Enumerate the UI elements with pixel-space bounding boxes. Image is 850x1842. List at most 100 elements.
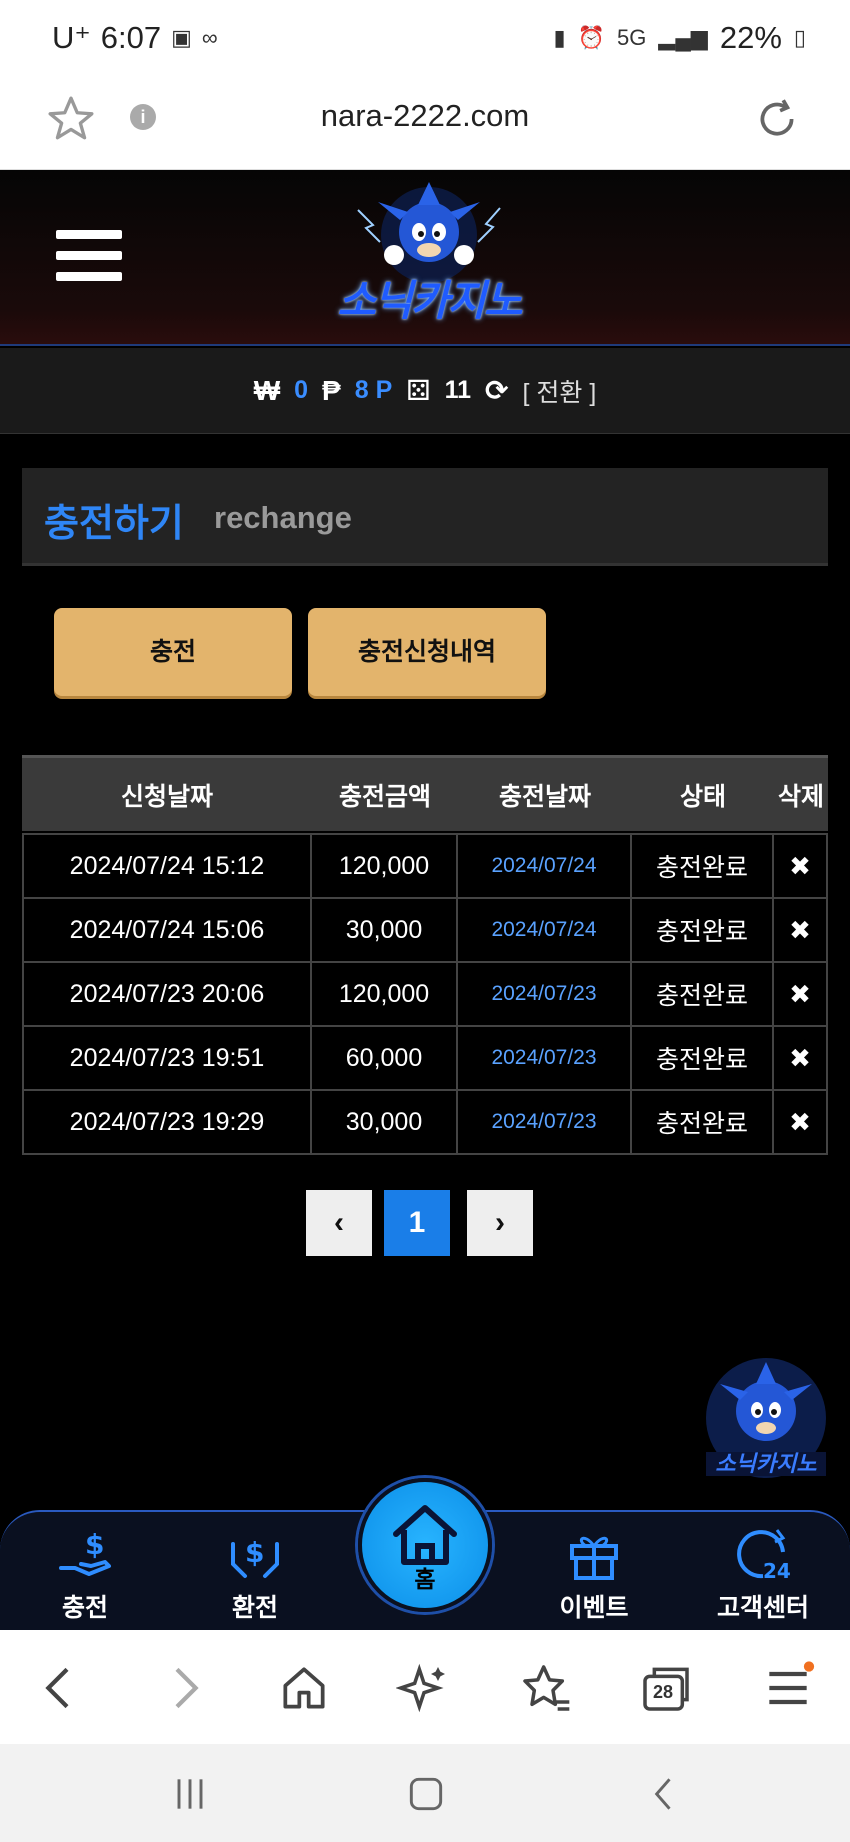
- dice-icon: ⚄: [406, 375, 431, 406]
- switch-link[interactable]: [ 전환 ]: [523, 373, 597, 409]
- home-browser-icon[interactable]: [276, 1660, 332, 1716]
- next-page-button[interactable]: ›: [467, 1190, 533, 1256]
- page-subtitle: rechange: [214, 500, 352, 535]
- tabs-count: 28: [652, 1682, 674, 1702]
- status-cell: 충전완료: [632, 1027, 774, 1089]
- charge-date-cell: 2024/07/23: [458, 963, 632, 1025]
- menu-hamburger-icon[interactable]: [760, 1660, 816, 1716]
- carrier-label: U⁺: [52, 20, 91, 55]
- back-icon[interactable]: [32, 1660, 88, 1716]
- header-request-date: 신청날짜: [120, 782, 213, 811]
- header-amount: 충전금액: [338, 782, 431, 811]
- recent-apps-icon[interactable]: [168, 1772, 212, 1816]
- header-status: 상태: [679, 782, 726, 811]
- won-icon: ₩: [253, 374, 281, 406]
- forward-icon[interactable]: [156, 1660, 212, 1716]
- status-cell: 충전완료: [632, 835, 774, 897]
- charge-button[interactable]: 충전: [54, 608, 292, 696]
- charge-history-button[interactable]: 충전신청내역: [308, 608, 546, 696]
- charge-hand-money-icon: $: [59, 1528, 111, 1576]
- wallet-icon: ▣: [171, 25, 192, 50]
- amount-cell: 120,000: [312, 963, 458, 1025]
- site-header: 소닉카지노: [0, 170, 850, 346]
- table-row: 2024/07/23 19:51 60,000 2024/07/23 충전완료 …: [22, 1027, 828, 1091]
- status-cell: 충전완료: [632, 1091, 774, 1153]
- charge-date-cell: 2024/07/23: [458, 1027, 632, 1089]
- clock: 6:07: [100, 20, 162, 55]
- notification-dots-icon: ∞: [201, 25, 218, 50]
- delete-icon[interactable]: ✖: [774, 899, 828, 961]
- amount-cell: 60,000: [312, 1027, 458, 1089]
- url-text[interactable]: nara-2222.com: [0, 98, 850, 134]
- menu-icon[interactable]: [56, 230, 122, 286]
- browser-toolbar: 28: [0, 1630, 850, 1744]
- point-icon: ₱: [322, 374, 341, 406]
- svg-text:$: $: [245, 1536, 264, 1569]
- table-row: 2024/07/24 15:12 120,000 2024/07/24 충전완료…: [22, 835, 828, 899]
- gift-icon: [570, 1536, 618, 1580]
- refresh-icon[interactable]: ⟳: [485, 374, 508, 407]
- system-back-icon[interactable]: [642, 1772, 686, 1816]
- svg-text:24: 24: [763, 1559, 791, 1583]
- delete-icon[interactable]: ✖: [774, 835, 828, 897]
- nav-home-label: 홈: [414, 1566, 436, 1592]
- nav-support[interactable]: 24 고객센터: [698, 1512, 828, 1632]
- table-header: 신청날짜 충전금액 충전날짜 상태 삭제: [22, 755, 828, 831]
- delete-icon[interactable]: ✖: [774, 1091, 828, 1153]
- page-number-button[interactable]: 1: [384, 1190, 450, 1256]
- bookmarks-icon[interactable]: [518, 1660, 574, 1716]
- table-row: 2024/07/24 15:06 30,000 2024/07/24 충전완료 …: [22, 899, 828, 963]
- nav-event-label: 이벤트: [559, 1594, 629, 1622]
- nav-exchange[interactable]: $ 환전: [190, 1512, 320, 1632]
- request-date-cell: 2024/07/23 19:29: [22, 1091, 312, 1153]
- site-logo[interactable]: 소닉카지노: [318, 180, 540, 336]
- request-date-cell: 2024/07/23 19:51: [22, 1027, 312, 1089]
- charge-history-table: 신청날짜 충전금액 충전날짜 상태 삭제 2024/07/24 15:12 12…: [22, 755, 828, 1155]
- request-date-cell: 2024/07/24 15:06: [22, 899, 312, 961]
- charge-date-cell: 2024/07/24: [458, 835, 632, 897]
- nav-exchange-label: 환전: [231, 1594, 278, 1622]
- reload-icon[interactable]: [752, 94, 802, 144]
- point-balance: 8 P: [354, 376, 393, 404]
- header-delete: 삭제: [777, 782, 824, 811]
- system-navigation-bar: [0, 1744, 850, 1842]
- won-balance: 0: [294, 376, 309, 404]
- status-cell: 충전완료: [632, 963, 774, 1025]
- amount-cell: 120,000: [312, 835, 458, 897]
- amount-cell: 30,000: [312, 899, 458, 961]
- table-row: 2024/07/23 20:06 120,000 2024/07/23 충전완료…: [22, 963, 828, 1027]
- battery-saver-icon: ▮: [553, 25, 566, 50]
- nav-home[interactable]: 홈: [358, 1478, 492, 1612]
- nav-charge-label: 충전: [61, 1594, 108, 1622]
- page-title: 충전하기: [44, 503, 184, 545]
- support-24h-icon: 24: [737, 1529, 791, 1583]
- floating-mascot-icon[interactable]: 소닉카지노: [696, 1356, 836, 1486]
- nav-charge[interactable]: $ 충전: [20, 1512, 150, 1632]
- delete-icon[interactable]: ✖: [774, 1027, 828, 1089]
- signal-icon: ▂▄▆: [658, 25, 708, 50]
- system-home-icon[interactable]: [404, 1772, 448, 1816]
- status-bar: U⁺ 6:07 ▣ ∞ ▮ ⏰ 5G ▂▄▆ 22% ▯: [0, 0, 850, 80]
- battery-icon: ▯: [793, 25, 806, 50]
- svg-text:소닉카지노: 소닉카지노: [715, 1452, 817, 1477]
- amount-cell: 30,000: [312, 1091, 458, 1153]
- table-row: 2024/07/23 19:29 30,000 2024/07/23 충전완료 …: [22, 1091, 828, 1155]
- tabs-button[interactable]: 28: [638, 1660, 694, 1716]
- charge-date-cell: 2024/07/24: [458, 899, 632, 961]
- screen: U⁺ 6:07 ▣ ∞ ▮ ⏰ 5G ▂▄▆ 22% ▯ i nara-2222…: [0, 0, 850, 1842]
- status-cell: 충전완료: [632, 899, 774, 961]
- table-body: 2024/07/24 15:12 120,000 2024/07/24 충전완료…: [22, 833, 828, 1155]
- header-charge-date: 충전날짜: [498, 782, 591, 811]
- network-type-icon: 5G: [617, 25, 647, 50]
- svg-text:$: $: [85, 1528, 104, 1561]
- charge-date-cell: 2024/07/23: [458, 1091, 632, 1153]
- nav-event[interactable]: 이벤트: [529, 1512, 659, 1632]
- prev-page-button[interactable]: ‹: [306, 1190, 372, 1256]
- page-title-bar: 충전하기 rechange: [22, 468, 828, 566]
- sparkle-icon[interactable]: [396, 1660, 452, 1716]
- alarm-icon: ⏰: [577, 25, 606, 50]
- delete-icon[interactable]: ✖: [774, 963, 828, 1025]
- exchange-hands-icon: $: [231, 1536, 279, 1578]
- request-date-cell: 2024/07/24 15:12: [22, 835, 312, 897]
- logo-text: 소닉카지노: [337, 277, 522, 324]
